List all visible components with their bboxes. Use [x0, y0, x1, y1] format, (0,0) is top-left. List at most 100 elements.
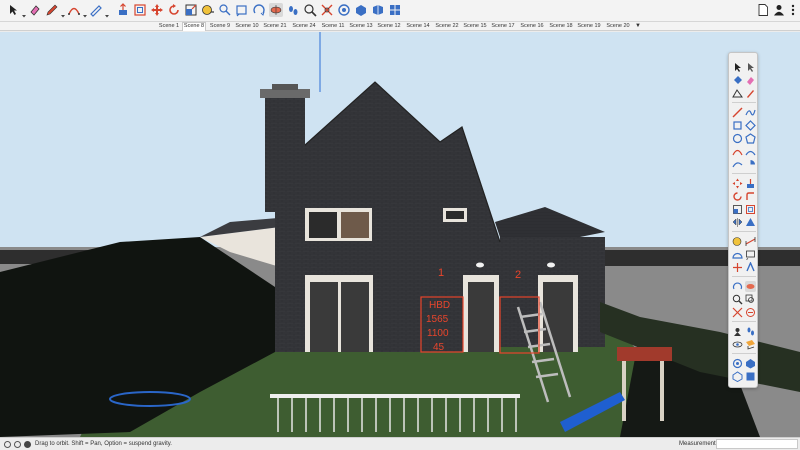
document-button[interactable]: [756, 3, 770, 17]
zoom-window-button[interactable]: [745, 294, 756, 305]
measurements-input[interactable]: [716, 439, 798, 449]
zoom-tool-button[interactable]: [303, 3, 317, 17]
rotate-tool-button[interactable]: [167, 3, 181, 17]
freehand-button[interactable]: [745, 107, 756, 118]
tape-measure-tool-button[interactable]: [201, 3, 215, 17]
position-camera-button[interactable]: [732, 326, 743, 337]
protractor-button[interactable]: [732, 249, 743, 260]
more-options-button[interactable]: [786, 3, 800, 17]
chevron-down-icon[interactable]: [104, 6, 110, 18]
zoom-extents-button[interactable]: [732, 307, 743, 318]
section-plane-button[interactable]: [745, 339, 756, 350]
flip-button[interactable]: [732, 217, 743, 228]
offset-button[interactable]: [745, 204, 756, 215]
scene-tab[interactable]: Scene 21: [262, 22, 288, 31]
tape-measure-button[interactable]: [732, 236, 743, 247]
previous-view-button[interactable]: [745, 307, 756, 318]
ruby-console-button[interactable]: [388, 3, 402, 17]
three-point-arc-button[interactable]: [732, 159, 743, 170]
arc-tool-button[interactable]: [67, 3, 81, 17]
move-icon: [732, 178, 743, 189]
scene-tab[interactable]: Scene 24: [290, 22, 318, 31]
model-viewport[interactable]: 1 2 HBD 1565 1100 45: [0, 32, 800, 437]
eraser-tool-button[interactable]: [28, 3, 42, 17]
line-button[interactable]: [732, 107, 743, 118]
scene-tab-active[interactable]: Scene 8: [182, 22, 206, 31]
scene-tab[interactable]: Scene 22: [434, 22, 460, 31]
scene-tab[interactable]: Scene 16: [518, 22, 546, 31]
scene-tab[interactable]: Scene 9: [208, 22, 232, 31]
scene-tab[interactable]: Scene 19: [576, 22, 602, 31]
move-button[interactable]: [732, 178, 743, 189]
extension-warehouse-button[interactable]: [745, 358, 756, 369]
text-tool-button[interactable]: [218, 3, 232, 17]
paint-bucket-button[interactable]: [732, 75, 743, 86]
walk-tool-button[interactable]: [286, 3, 300, 17]
push-pull-button[interactable]: [745, 178, 756, 189]
select-tool-button[interactable]: [732, 62, 743, 73]
orbit-tool-button[interactable]: [252, 3, 266, 17]
rectangle-button[interactable]: [732, 120, 743, 131]
arc-button[interactable]: [732, 146, 743, 157]
rotate-icon: [733, 192, 742, 201]
share-model-button[interactable]: [732, 371, 743, 382]
paint-bucket-tool-button[interactable]: [235, 3, 249, 17]
look-around-button[interactable]: [732, 339, 743, 350]
eraser-icon: [30, 5, 40, 16]
polygon-button[interactable]: [745, 133, 756, 144]
axes-button[interactable]: [732, 262, 743, 273]
follow-me-button[interactable]: [745, 191, 756, 202]
scene-tab[interactable]: Scene 1: [158, 22, 180, 31]
zoom-button[interactable]: [732, 294, 743, 305]
scene-tab[interactable]: Scene 18: [548, 22, 574, 31]
extension-warehouse-button[interactable]: [354, 3, 368, 17]
scale-button[interactable]: [732, 204, 743, 215]
pan-tool-button[interactable]: [269, 3, 283, 17]
eraser-button[interactable]: [745, 75, 756, 86]
user-status-icon[interactable]: [24, 441, 31, 448]
select-tool-button[interactable]: [6, 3, 20, 17]
zoom-extents-tool-button[interactable]: [320, 3, 334, 17]
scale-tool-button[interactable]: [184, 3, 198, 17]
orbit-button[interactable]: [732, 281, 743, 292]
scene-tab[interactable]: Scene 12: [376, 22, 402, 31]
scene-tab[interactable]: Scene 13: [348, 22, 374, 31]
dimension-button[interactable]: [745, 236, 756, 247]
solid-tools-button[interactable]: [745, 217, 756, 228]
rotate-button[interactable]: [732, 191, 743, 202]
pie-button[interactable]: [745, 159, 756, 170]
3d-text-button[interactable]: [745, 262, 756, 273]
scene-tab[interactable]: Scene 10: [234, 22, 260, 31]
two-point-arc-button[interactable]: [745, 146, 756, 157]
measurements-label: Measurements: [679, 441, 719, 447]
scene-tab[interactable]: Scene 15: [462, 22, 488, 31]
scene-tab[interactable]: Scene 11: [320, 22, 346, 31]
layout-button[interactable]: [371, 3, 385, 17]
pan-button[interactable]: [745, 281, 756, 292]
warehouse-button[interactable]: [732, 358, 743, 369]
circle-button[interactable]: [732, 133, 743, 144]
scene-tab[interactable]: Scene 14: [404, 22, 432, 31]
rotated-rectangle-button[interactable]: [745, 120, 756, 131]
layout-button[interactable]: [745, 371, 756, 382]
scene-tab[interactable]: Scene 20: [604, 22, 632, 31]
offset-tool-button[interactable]: [133, 3, 147, 17]
chevron-down-icon[interactable]: [21, 6, 27, 18]
move-tool-button[interactable]: [150, 3, 164, 17]
chevron-down-icon[interactable]: [60, 6, 66, 18]
push-pull-tool-button[interactable]: [116, 3, 130, 17]
walk-button[interactable]: [745, 326, 756, 337]
chevron-down-icon[interactable]: [82, 6, 88, 18]
pencil-button[interactable]: [745, 88, 756, 99]
account-button[interactable]: [772, 3, 786, 17]
credits-icon[interactable]: [14, 441, 21, 448]
scenes-overflow-button[interactable]: ▼: [634, 22, 642, 31]
tag-button[interactable]: [732, 88, 743, 99]
geo-location-icon[interactable]: [4, 441, 11, 448]
scene-tab[interactable]: Scene 17: [490, 22, 516, 31]
text-button[interactable]: [745, 249, 756, 260]
select-tool-alt-button[interactable]: [745, 62, 756, 73]
rectangle-tool-button[interactable]: [89, 3, 103, 17]
line-tool-button[interactable]: [45, 3, 59, 17]
warehouse-button[interactable]: [337, 3, 351, 17]
